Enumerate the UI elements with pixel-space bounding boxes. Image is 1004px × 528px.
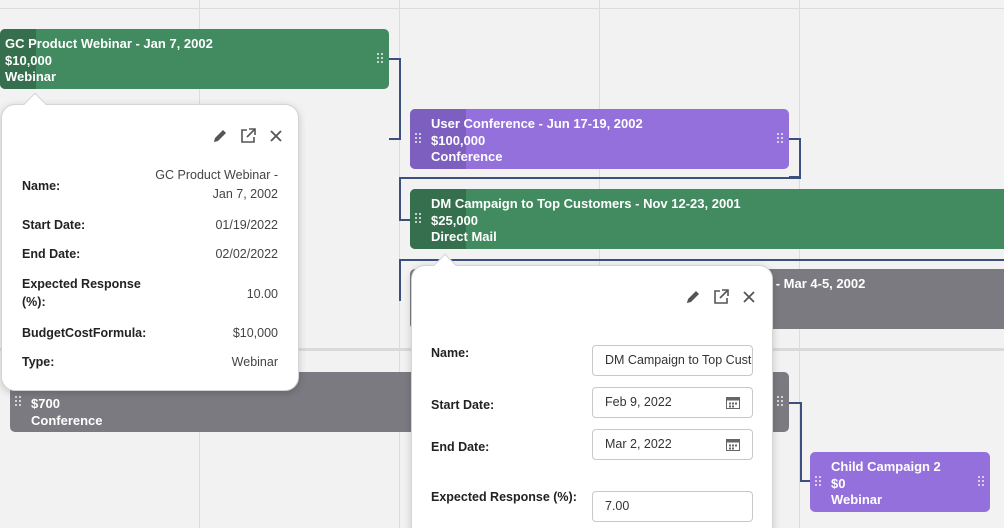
end-date-label: End Date: (431, 440, 490, 454)
end-date-value: 02/02/2022 (215, 247, 278, 261)
dependency-connector (399, 177, 801, 179)
campaign-bar-child-campaign-2[interactable]: Child Campaign 2 $0 Webinar (810, 452, 990, 512)
edit-pencil-icon[interactable] (211, 127, 229, 145)
budget-cost-value: $10,000 (232, 326, 278, 340)
name-input[interactable]: DM Campaign to Top Customers - Nov 12-23… (592, 345, 753, 376)
campaign-bar-user-conference[interactable]: User Conference - Jun 17-19, 2002 $100,0… (410, 109, 789, 169)
dependency-connector (399, 177, 401, 221)
start-date-text: Feb 9, 2022 (605, 395, 672, 409)
open-external-icon[interactable] (712, 288, 730, 306)
timeline-header-line (0, 8, 1004, 9)
drag-handle-icon[interactable] (377, 53, 385, 65)
campaign-title: Child Campaign 2 (831, 459, 941, 474)
drag-handle-icon[interactable] (15, 396, 23, 408)
campaign-amount: $700 (31, 396, 60, 411)
campaign-amount: $10,000 (5, 52, 52, 68)
campaign-bar-dm-campaign[interactable]: DM Campaign to Top Customers - Nov 12-23… (410, 189, 1004, 249)
dependency-connector (800, 402, 802, 482)
campaign-bar-gc-webinar[interactable]: GC Product Webinar - Jan 7, 2002 $10,000… (0, 29, 389, 89)
edit-pencil-icon[interactable] (684, 288, 702, 306)
campaign-details-popup: Name: GC Product Webinar - Jan 7, 2002 S… (1, 92, 299, 391)
expected-response-value: 10.00 (246, 287, 278, 301)
end-date-input[interactable]: Mar 2, 2022 (592, 429, 753, 460)
dependency-connector (399, 259, 1004, 261)
drag-handle-icon[interactable] (815, 476, 823, 488)
expected-response-input[interactable]: 7.00 (592, 491, 753, 522)
campaign-title: w - Mar 4-5, 2002 (762, 276, 866, 291)
name-label: Name: (22, 179, 61, 193)
campaign-amount: $100,000 (431, 132, 486, 148)
drag-handle-icon[interactable] (777, 396, 785, 408)
campaign-amount: $25,000 (431, 212, 478, 228)
calendar-icon[interactable] (726, 438, 740, 451)
close-icon[interactable] (267, 127, 285, 145)
campaign-title: DM Campaign to Top Customers - Nov 12-23… (431, 196, 741, 211)
campaign-type: Webinar (831, 492, 883, 507)
drag-handle-icon[interactable] (978, 476, 986, 488)
campaign-type: Conference (431, 149, 503, 164)
campaign-amount: $0 (831, 475, 846, 491)
end-date-text: Mar 2, 2022 (605, 437, 672, 451)
expected-response-label: Expected Response (%): (22, 277, 141, 309)
start-date-label: Start Date: (431, 398, 495, 412)
name-label: Name: (431, 346, 470, 360)
campaign-title: GC Product Webinar - Jan 7, 2002 (5, 36, 213, 51)
campaign-type: Direct Mail (431, 229, 497, 244)
start-date-input[interactable]: Feb 9, 2022 (592, 387, 753, 418)
start-date-value: 01/19/2022 (215, 218, 278, 232)
close-icon[interactable] (740, 288, 758, 306)
budget-cost-label: BudgetCostFormula: (22, 326, 147, 340)
drag-handle-icon[interactable] (777, 133, 785, 145)
name-value: GC Product Webinar - Jan 7, 2002 (155, 168, 278, 201)
expected-response-label: Expected Response (%): (431, 490, 577, 504)
dependency-connector (399, 259, 401, 301)
drag-handle-icon[interactable] (415, 133, 423, 145)
end-date-label: End Date: (22, 247, 81, 261)
type-label: Type: (22, 355, 55, 369)
drag-handle-icon[interactable] (415, 213, 423, 225)
open-external-icon[interactable] (239, 127, 257, 145)
campaign-title: User Conference - Jun 17-19, 2002 (431, 116, 643, 131)
calendar-icon[interactable] (726, 396, 740, 409)
start-date-label: Start Date: (22, 218, 86, 232)
type-value: Webinar (231, 355, 278, 369)
campaign-type: Conference (31, 412, 103, 428)
dependency-connector (789, 138, 801, 178)
dependency-connector (389, 58, 401, 140)
campaign-edit-popup: Name: DM Campaign to Top Customers - Nov… (411, 253, 773, 528)
campaign-type: Webinar (5, 69, 57, 84)
